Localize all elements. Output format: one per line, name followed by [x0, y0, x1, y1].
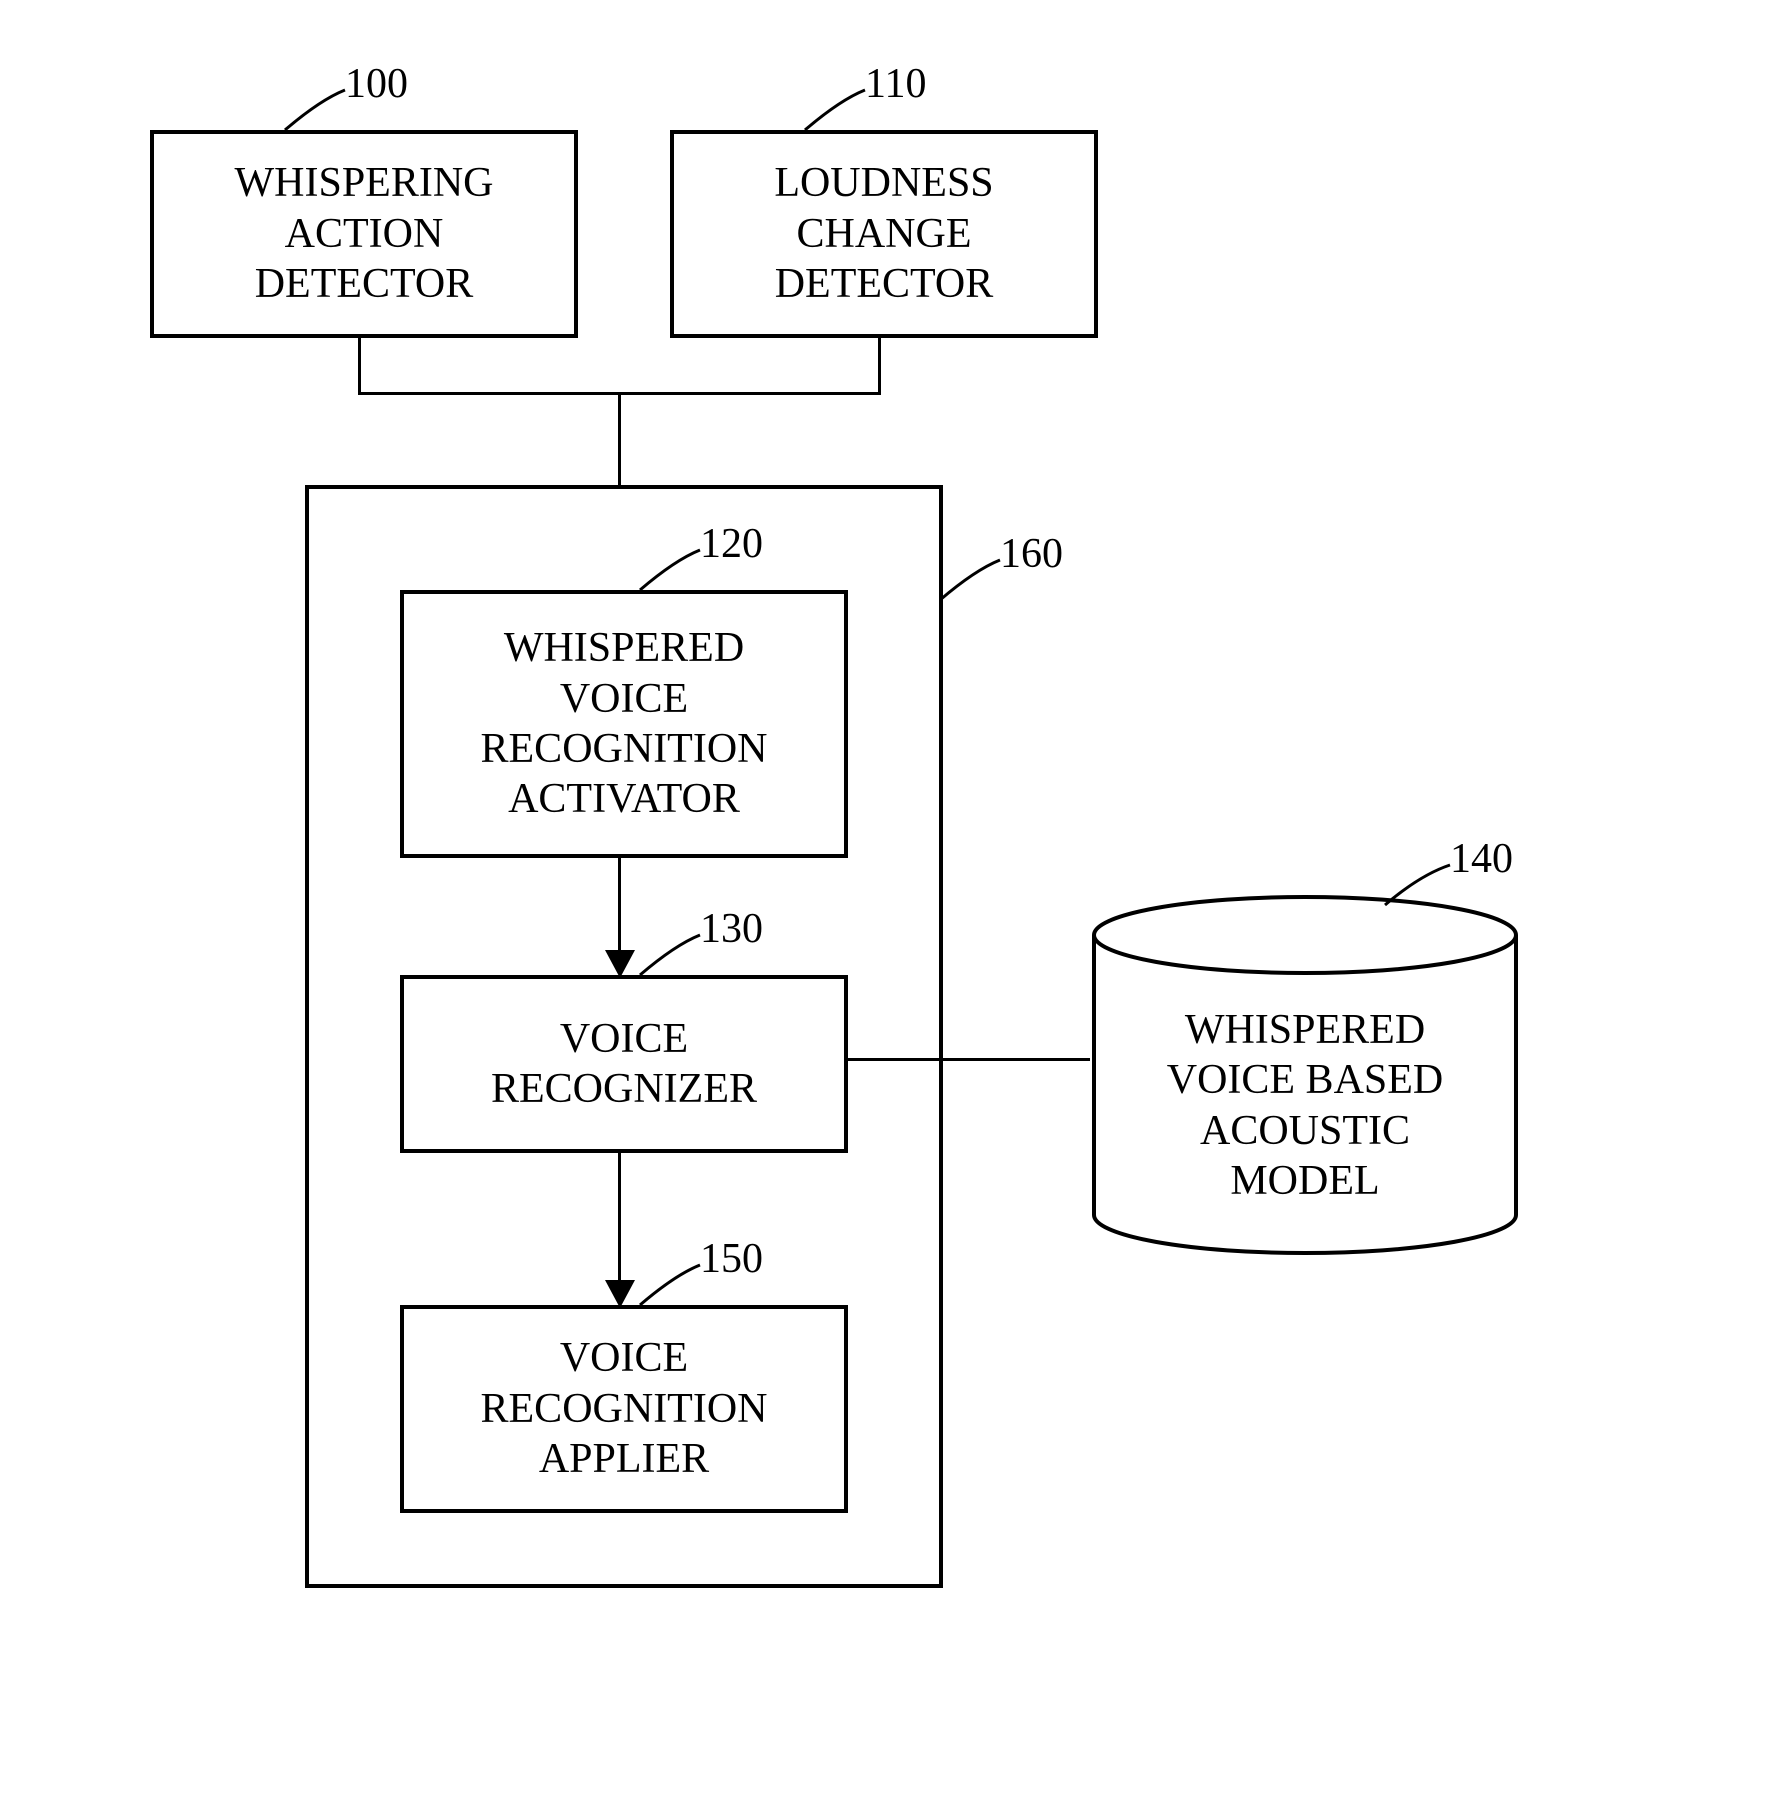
whispering-action-detector-label: WHISPERING ACTION DETECTOR: [235, 158, 494, 309]
ref-110: 110: [865, 60, 926, 108]
leader-110: [800, 85, 870, 135]
whispered-voice-based-acoustic-model-cylinder: WHISPERED VOICE BASED ACOUSTIC MODEL: [1090, 895, 1520, 1255]
voice-recognition-applier-box: VOICE RECOGNITION APPLIER: [400, 1305, 848, 1513]
line-120-130: [618, 854, 621, 964]
leader-120: [635, 545, 705, 595]
loudness-change-detector-box: LOUDNESS CHANGE DETECTOR: [670, 130, 1098, 338]
line-130-150: [618, 1149, 621, 1294]
leader-140: [1380, 860, 1455, 910]
ref-120: 120: [700, 520, 763, 568]
line-from-110-down: [878, 334, 881, 394]
whispered-voice-based-acoustic-model-label: WHISPERED VOICE BASED ACOUSTIC MODEL: [1167, 1007, 1444, 1204]
ref-150: 150: [700, 1235, 763, 1283]
leader-100: [280, 85, 350, 135]
leader-160: [935, 555, 1005, 605]
whispered-voice-recognition-activator-label: WHISPERED VOICE RECOGNITION ACTIVATOR: [481, 623, 768, 825]
line-from-100-down: [358, 334, 361, 394]
ref-130: 130: [700, 905, 763, 953]
line-130-140: [844, 1058, 1090, 1061]
voice-recognizer-label: VOICE RECOGNIZER: [491, 1014, 757, 1115]
whispering-action-detector-box: WHISPERING ACTION DETECTOR: [150, 130, 578, 338]
leader-130: [635, 930, 705, 980]
leader-150: [635, 1260, 705, 1310]
voice-recognition-applier-label: VOICE RECOGNITION APPLIER: [481, 1333, 768, 1484]
ref-160: 160: [1000, 530, 1063, 578]
ref-100: 100: [345, 60, 408, 108]
whispered-voice-recognition-activator-box: WHISPERED VOICE RECOGNITION ACTIVATOR: [400, 590, 848, 858]
ref-140: 140: [1450, 835, 1513, 883]
loudness-change-detector-label: LOUDNESS CHANGE DETECTOR: [774, 158, 993, 309]
voice-recognizer-box: VOICE RECOGNIZER: [400, 975, 848, 1153]
